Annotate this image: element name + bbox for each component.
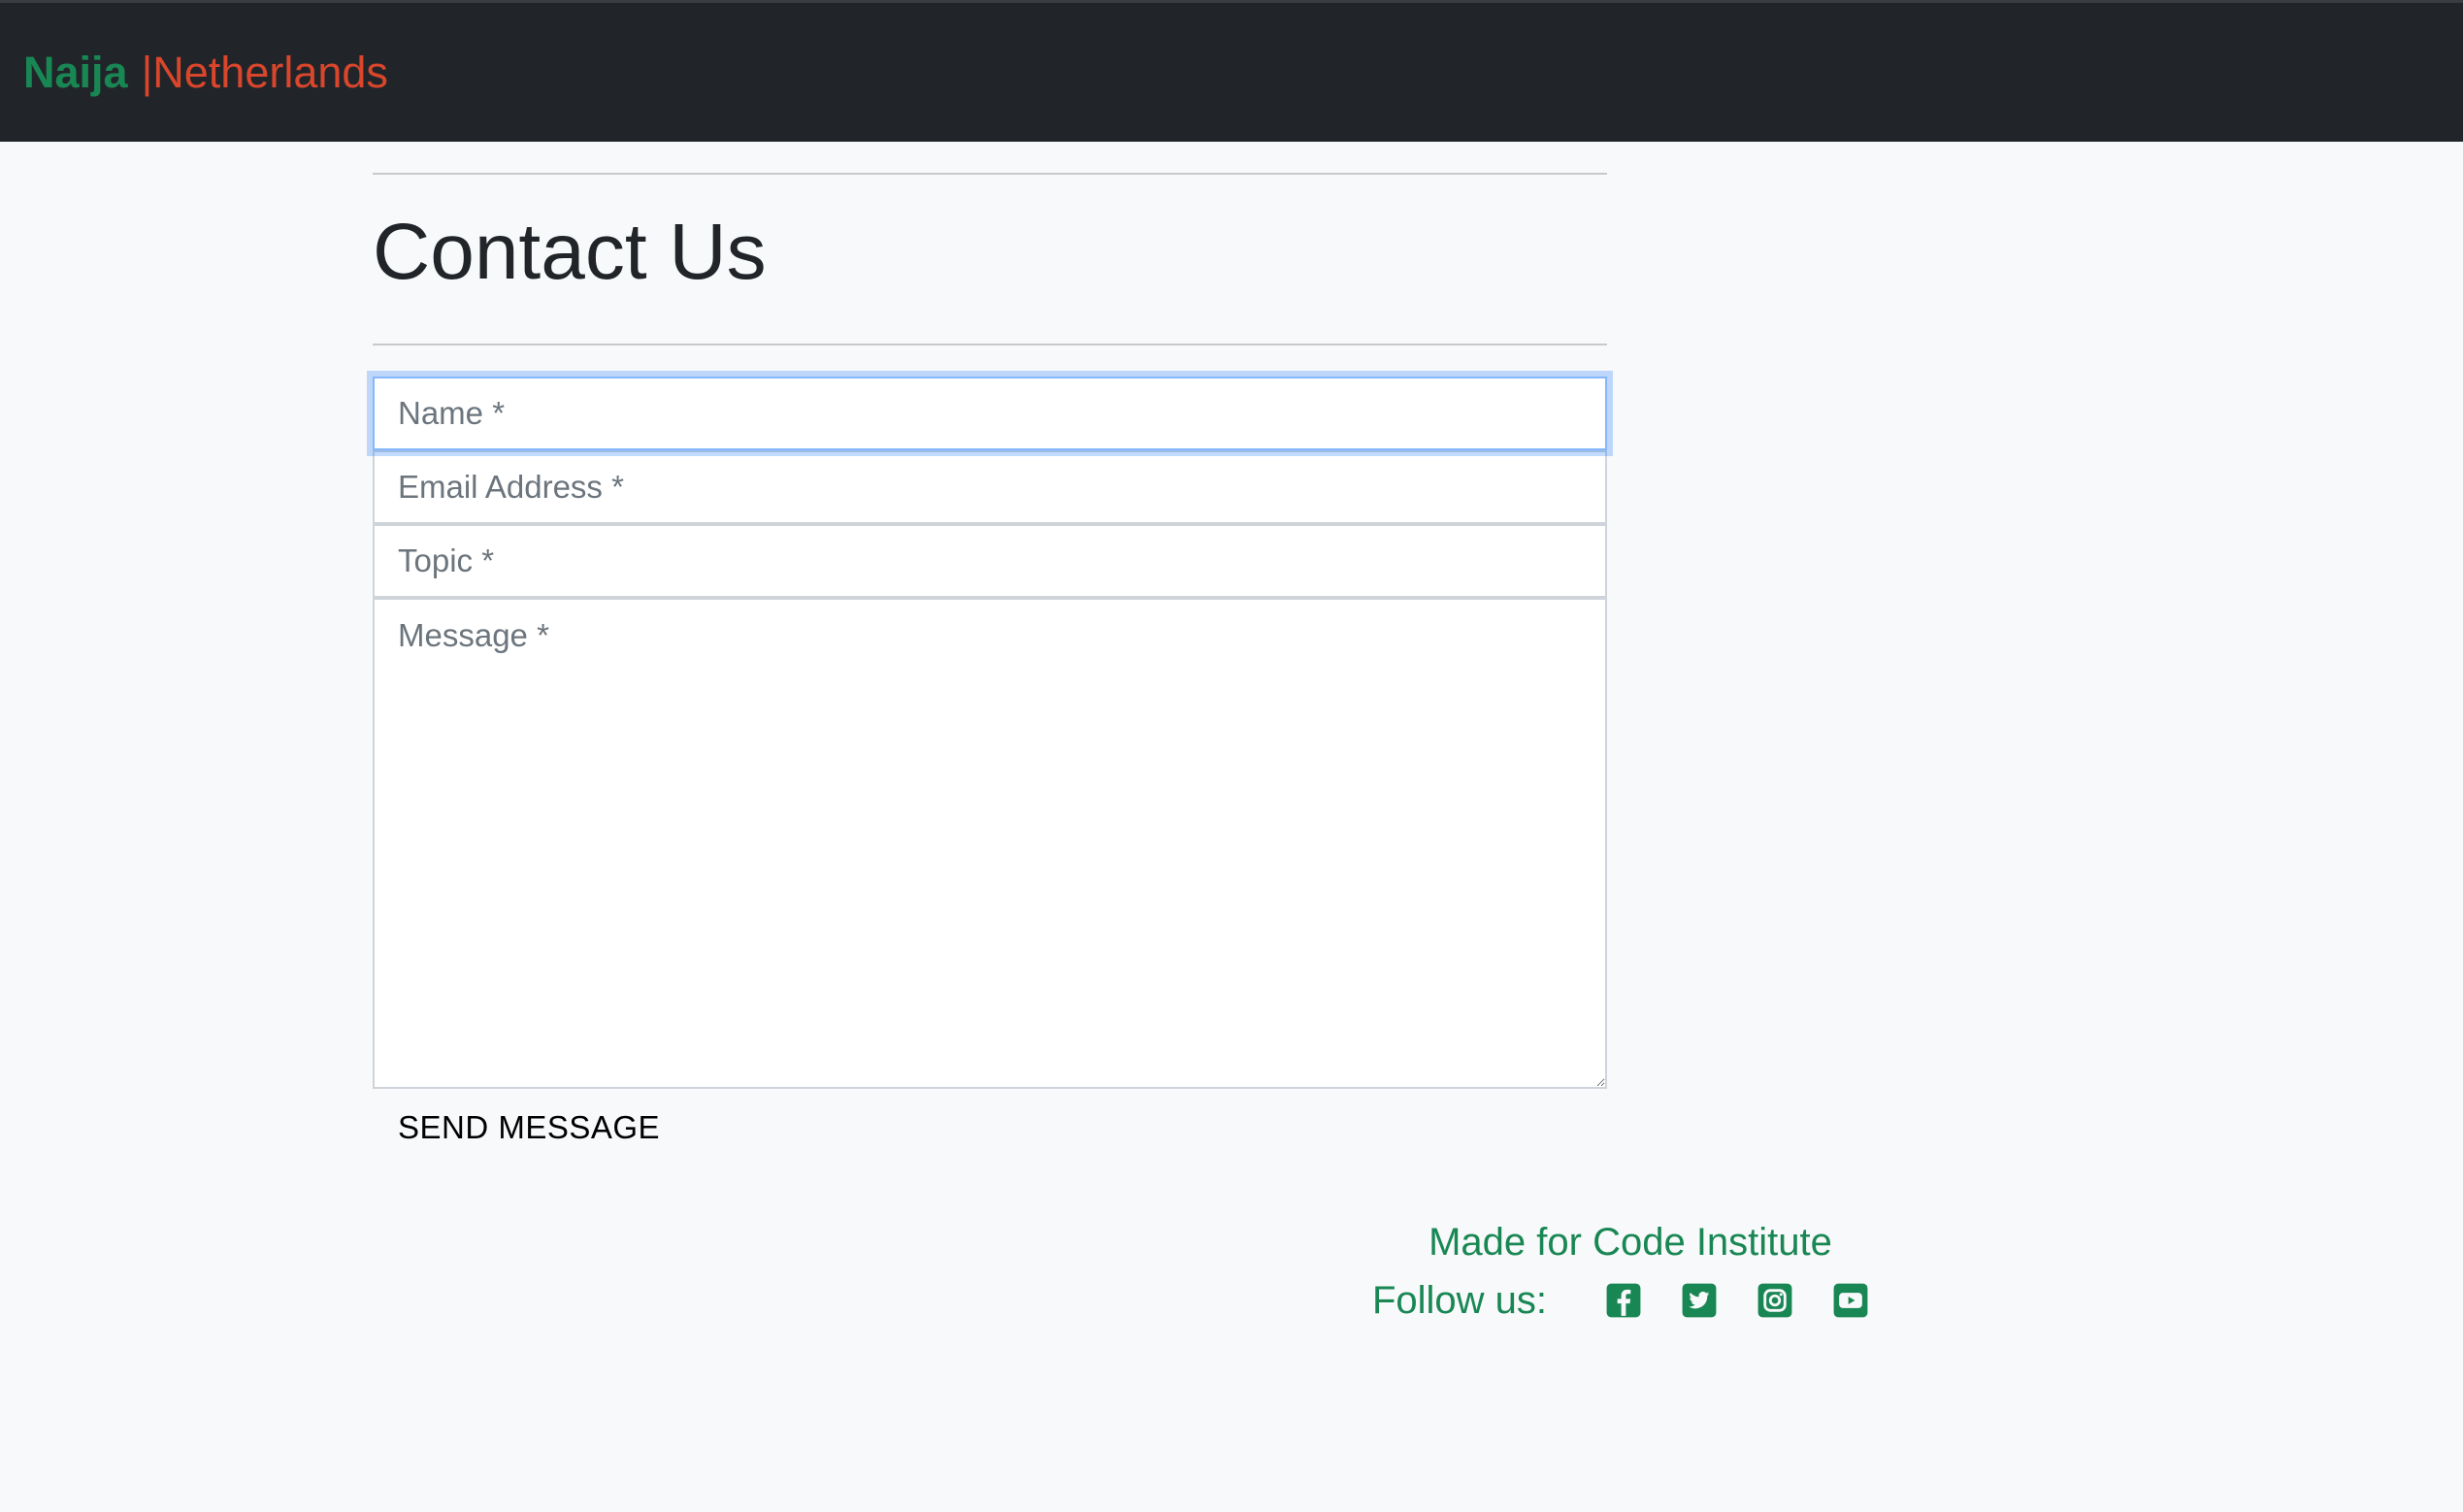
message-textarea[interactable] xyxy=(373,598,1607,1089)
brand-sub-text: Netherlands xyxy=(152,48,388,97)
divider-middle xyxy=(373,344,1607,345)
contact-form: SEND MESSAGE xyxy=(373,377,1607,1149)
footer-follow-row: Follow us: xyxy=(1359,1271,1902,1330)
twitter-icon[interactable] xyxy=(1681,1282,1718,1319)
contact-container: Contact Us SEND MESSAGE xyxy=(373,142,1607,1149)
brand-separator: | xyxy=(141,48,153,97)
youtube-icon[interactable] xyxy=(1832,1282,1869,1319)
navbar: Naija |Netherlands xyxy=(0,0,2463,142)
divider-top xyxy=(373,173,1607,175)
name-input[interactable] xyxy=(373,377,1607,450)
facebook-icon[interactable] xyxy=(1605,1282,1642,1319)
email-input[interactable] xyxy=(373,450,1607,524)
brand-main-text: Naija xyxy=(23,48,128,97)
follow-us-label: Follow us: xyxy=(1371,1279,1548,1322)
footer: Made for Code Institute Follow us: xyxy=(1359,1213,1902,1330)
brand-logo-link[interactable]: Naija |Netherlands xyxy=(23,46,388,100)
instagram-icon[interactable] xyxy=(1757,1282,1793,1319)
topic-input[interactable] xyxy=(373,524,1607,598)
page-title: Contact Us xyxy=(373,208,767,296)
send-message-button[interactable]: SEND MESSAGE xyxy=(398,1106,660,1149)
footer-made-for: Made for Code Institute xyxy=(1429,1221,1832,1264)
